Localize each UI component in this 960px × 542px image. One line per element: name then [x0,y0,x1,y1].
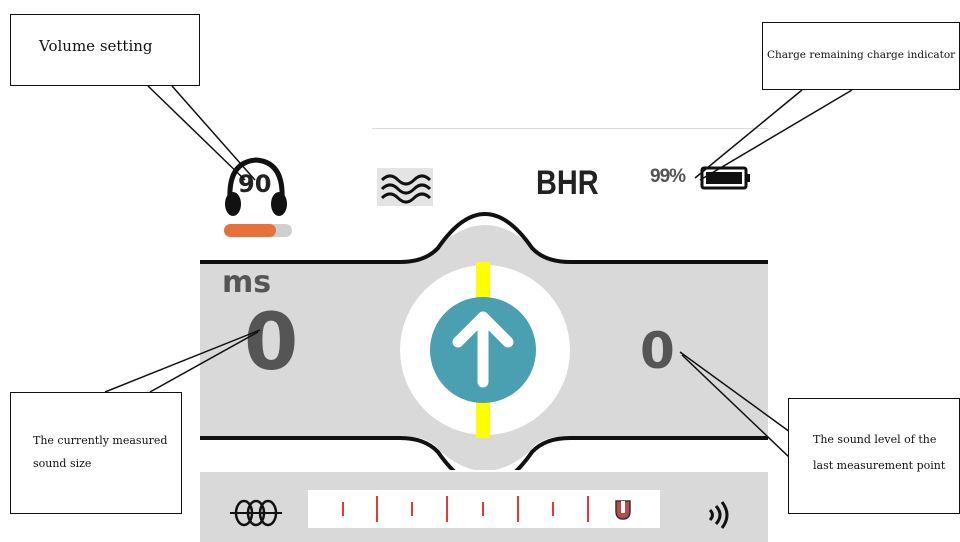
callout-last: The sound level of the last measurement … [788,398,960,514]
volume-bar-fill [224,224,276,237]
device-screen: 90 BHR 99% ms 0 0 [200,120,768,542]
battery-percent: 99% [650,166,686,187]
scale-tick [587,496,589,522]
volume-bar[interactable] [224,224,292,237]
callout-volume-text: Volume setting [39,37,153,55]
callout-last-text: The sound level of the last measurement … [813,433,946,472]
scale-tick [411,502,413,516]
volume-value: 90 [238,170,272,198]
scale-bar [308,490,660,528]
bottom-strip-divider [200,470,768,472]
last-value: 0 [640,322,675,380]
callout-charge: Charge remaining charge indicator [762,22,960,90]
scale-marker-icon [615,500,631,520]
coil-icon[interactable] [228,498,284,528]
scale-tick [446,496,448,522]
unit-label: ms [222,265,272,300]
signal-icon[interactable] [704,500,734,530]
callout-current-text: The currently measured sound size [33,434,168,470]
scale-tick [517,496,519,522]
waves-icon[interactable] [377,168,433,206]
scale-tick [342,502,344,516]
scale-tick [376,496,378,522]
callout-current: The currently measured sound size [10,392,182,514]
battery-icon [700,166,750,190]
scale-tick [482,502,484,516]
header-rule [372,128,768,129]
band-label: BHR [536,164,599,202]
current-value: 0 [244,298,299,388]
callout-volume: Volume setting [10,14,200,86]
callout-charge-text: Charge remaining charge indicator [767,49,956,61]
scale-tick [552,502,554,516]
